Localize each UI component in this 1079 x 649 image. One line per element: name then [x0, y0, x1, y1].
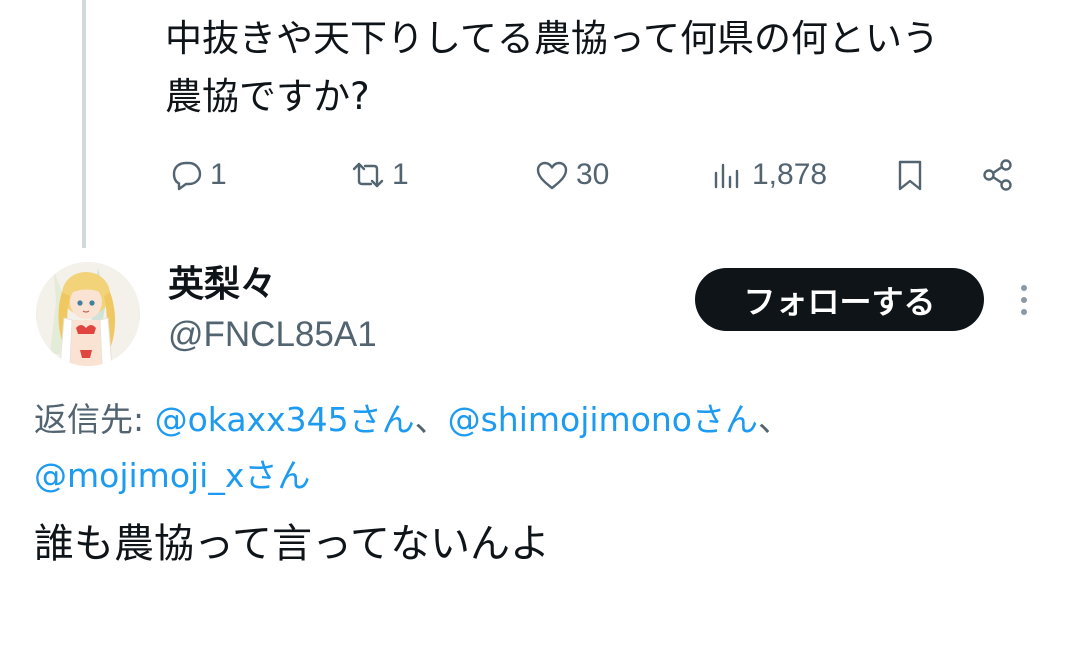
display-name[interactable]: 英梨々 — [168, 262, 276, 308]
more-options-icon[interactable] — [1012, 280, 1036, 320]
mention-link[interactable]: @mojimoji_xさん — [34, 456, 310, 495]
reply-to-line: 返信先: @okaxx345さん、@shimojimonoさん、 @mojimoj… — [34, 392, 1064, 504]
bookmark-icon — [898, 160, 922, 191]
reply-count: 1 — [210, 158, 227, 191]
like-action[interactable]: 30 — [532, 148, 609, 202]
mention-link[interactable]: @okaxx345さん — [155, 400, 415, 439]
avatar-illustration-icon — [36, 262, 140, 366]
avatar[interactable] — [36, 262, 140, 366]
mention-separator: 、 — [758, 400, 791, 439]
reply-icon — [172, 161, 202, 191]
reply-tweet-text: 誰も農協って言ってないんよ — [34, 521, 550, 567]
reply-to-prefix: 返信先: — [34, 400, 155, 439]
share-icon — [983, 159, 1012, 191]
views-action[interactable]: 1,878 — [708, 148, 827, 202]
bookmark-action[interactable] — [890, 148, 930, 202]
share-action[interactable] — [978, 148, 1018, 202]
retweet-icon — [352, 162, 384, 188]
retweet-count: 1 — [392, 158, 409, 191]
previous-tweet-text: 中抜きや天下りしてる農協って何県の何という 農協ですか? — [165, 17, 940, 118]
follow-button[interactable]: フォローする — [695, 268, 984, 331]
tweet-actions-bar: 1 1 30 1,878 — [160, 148, 1040, 202]
reply-action[interactable]: 1 — [166, 148, 227, 202]
thread-line — [82, 0, 86, 248]
views-chart-icon — [714, 163, 739, 189]
heart-icon — [536, 161, 568, 190]
user-handle[interactable]: @FNCL85A1 — [168, 312, 377, 358]
mention-separator: 、 — [414, 400, 448, 439]
retweet-action[interactable]: 1 — [348, 148, 409, 202]
like-count: 30 — [576, 158, 610, 191]
mention-link[interactable]: @shimojimonoさん — [448, 400, 758, 439]
view-count: 1,878 — [752, 158, 828, 191]
